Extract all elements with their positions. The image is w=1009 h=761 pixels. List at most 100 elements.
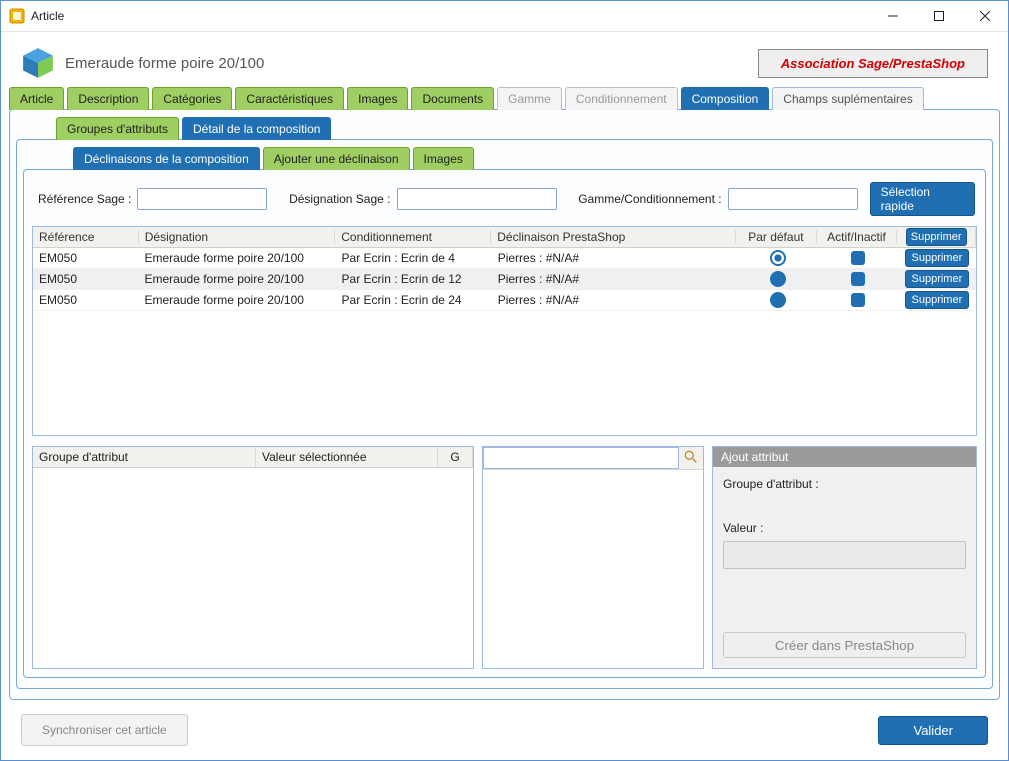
attribute-selection-box: Groupe d'attribut Valeur sélectionnée G bbox=[32, 446, 474, 669]
main-tabs: Article Description Catégories Caractéri… bbox=[1, 86, 1008, 109]
cell-reference: EM050 bbox=[33, 272, 139, 286]
checkbox-icon[interactable] bbox=[851, 251, 865, 265]
tab-description[interactable]: Description bbox=[67, 87, 149, 110]
cell-par-defaut[interactable] bbox=[737, 292, 817, 308]
tab-groupes-attributs[interactable]: Groupes d'attributs bbox=[56, 117, 179, 140]
titlebar: Article bbox=[1, 1, 1008, 32]
valeur-label: Valeur : bbox=[723, 521, 966, 535]
cell-conditionnement: Par Ecrin : Ecrin de 4 bbox=[336, 251, 492, 265]
tab-declinaisons[interactable]: Déclinaisons de la composition bbox=[73, 147, 260, 170]
designation-sage-label: Désignation Sage : bbox=[289, 192, 390, 206]
tab-caracteristiques[interactable]: Caractéristiques bbox=[235, 87, 344, 110]
cell-declinaison: Pierres : #N/A# bbox=[492, 272, 738, 286]
tab-gamme: Gamme bbox=[497, 87, 562, 110]
cell-par-defaut[interactable] bbox=[737, 271, 817, 287]
cell-conditionnement: Par Ecrin : Ecrin de 24 bbox=[336, 293, 492, 307]
valeur-input[interactable] bbox=[723, 541, 966, 569]
gamme-cond-input[interactable] bbox=[728, 188, 858, 210]
declinaisons-panel: Référence Sage : Désignation Sage : Gamm… bbox=[23, 169, 986, 678]
tab-images[interactable]: Images bbox=[347, 87, 408, 110]
detail-composition-panel: Déclinaisons de la composition Ajouter u… bbox=[16, 139, 993, 689]
window-title: Article bbox=[31, 9, 64, 23]
cell-supprimer: Supprimer bbox=[898, 291, 976, 309]
association-badge: Association Sage/PrestaShop bbox=[758, 49, 988, 78]
reference-sage-label: Référence Sage : bbox=[38, 192, 131, 206]
grid-header: Référence Désignation Conditionnement Dé… bbox=[33, 227, 976, 248]
inner-tabs: Déclinaisons de la composition Ajouter u… bbox=[23, 146, 986, 169]
page-title: Emeraude forme poire 20/100 bbox=[65, 55, 264, 72]
col-groupe-attribut[interactable]: Groupe d'attribut bbox=[33, 447, 256, 467]
cell-reference: EM050 bbox=[33, 293, 139, 307]
groupe-attribut-label: Groupe d'attribut : bbox=[723, 477, 966, 491]
cell-actif[interactable] bbox=[818, 272, 898, 287]
col-declinaison[interactable]: Déclinaison PrestaShop bbox=[491, 230, 736, 244]
minimize-button[interactable] bbox=[870, 1, 916, 31]
col-par-defaut[interactable]: Par défaut bbox=[736, 230, 817, 244]
supprimer-button[interactable]: Supprimer bbox=[905, 270, 970, 288]
creer-prestashop-button[interactable]: Créer dans PrestaShop bbox=[723, 632, 966, 658]
radio-icon[interactable] bbox=[770, 250, 786, 266]
lower-area: Groupe d'attribut Valeur sélectionnée G bbox=[32, 446, 977, 669]
synchroniser-article-button[interactable]: Synchroniser cet article bbox=[21, 714, 188, 746]
tab-composition[interactable]: Composition bbox=[681, 87, 770, 110]
attribute-search-input[interactable] bbox=[483, 447, 679, 469]
valider-button[interactable]: Valider bbox=[878, 716, 988, 745]
checkbox-icon[interactable] bbox=[851, 293, 865, 307]
cell-declinaison: Pierres : #N/A# bbox=[492, 251, 738, 265]
designation-sage-input[interactable] bbox=[397, 188, 557, 210]
table-row[interactable]: EM050Emeraude forme poire 20/100Par Ecri… bbox=[33, 290, 976, 311]
tab-categories[interactable]: Catégories bbox=[152, 87, 232, 110]
col-designation[interactable]: Désignation bbox=[139, 230, 336, 244]
ajout-attribut-box: Ajout attribut Groupe d'attribut : Valeu… bbox=[712, 446, 977, 669]
cube-icon bbox=[21, 46, 55, 80]
table-row[interactable]: EM050Emeraude forme poire 20/100Par Ecri… bbox=[33, 248, 976, 269]
cell-designation: Emeraude forme poire 20/100 bbox=[139, 293, 336, 307]
cell-par-defaut[interactable] bbox=[737, 250, 817, 266]
cell-declinaison: Pierres : #N/A# bbox=[492, 293, 738, 307]
col-supprimer: Supprimer bbox=[897, 228, 976, 246]
cell-designation: Emeraude forme poire 20/100 bbox=[139, 251, 336, 265]
mid-tabs: Groupes d'attributs Détail de la composi… bbox=[16, 116, 993, 139]
checkbox-icon[interactable] bbox=[851, 272, 865, 286]
gamme-cond-label: Gamme/Conditionnement : bbox=[578, 192, 721, 206]
supprimer-button[interactable]: Supprimer bbox=[905, 249, 970, 267]
header-supprimer-button[interactable]: Supprimer bbox=[906, 228, 967, 246]
reference-sage-input[interactable] bbox=[137, 188, 267, 210]
ajout-attribut-header: Ajout attribut bbox=[713, 447, 976, 467]
tab-inner-images[interactable]: Images bbox=[413, 147, 474, 170]
tab-conditionnement: Conditionnement bbox=[565, 87, 678, 110]
search-icon[interactable] bbox=[679, 450, 703, 467]
cell-supprimer: Supprimer bbox=[898, 249, 976, 267]
header: Emeraude forme poire 20/100 Association … bbox=[1, 32, 1008, 86]
tab-detail-composition[interactable]: Détail de la composition bbox=[182, 117, 331, 140]
composition-panel: Groupes d'attributs Détail de la composi… bbox=[9, 109, 1000, 700]
selection-rapide-button[interactable]: Sélection rapide bbox=[870, 182, 975, 216]
radio-icon[interactable] bbox=[770, 292, 786, 308]
cell-actif[interactable] bbox=[818, 293, 898, 308]
declinaisons-grid: Référence Désignation Conditionnement Dé… bbox=[32, 226, 977, 436]
tab-article[interactable]: Article bbox=[9, 87, 64, 110]
col-valeur-selectionnee[interactable]: Valeur sélectionnée bbox=[256, 447, 438, 467]
maximize-button[interactable] bbox=[916, 1, 962, 31]
col-reference[interactable]: Référence bbox=[33, 230, 139, 244]
cell-supprimer: Supprimer bbox=[898, 270, 976, 288]
app-icon bbox=[9, 8, 25, 24]
col-actif[interactable]: Actif/Inactif bbox=[817, 230, 898, 244]
tab-champs-supl[interactable]: Champs suplémentaires bbox=[772, 87, 923, 110]
cell-reference: EM050 bbox=[33, 251, 139, 265]
radio-icon[interactable] bbox=[770, 271, 786, 287]
col-g[interactable]: G bbox=[438, 447, 473, 467]
article-window: Article Emeraude forme poire 20/100 Asso… bbox=[0, 0, 1009, 761]
close-button[interactable] bbox=[962, 1, 1008, 31]
search-box bbox=[482, 446, 704, 669]
footer: Synchroniser cet article Valider bbox=[1, 706, 1008, 760]
tab-ajouter-declinaison[interactable]: Ajouter une déclinaison bbox=[263, 147, 410, 170]
cell-designation: Emeraude forme poire 20/100 bbox=[139, 272, 336, 286]
table-row[interactable]: EM050Emeraude forme poire 20/100Par Ecri… bbox=[33, 269, 976, 290]
supprimer-button[interactable]: Supprimer bbox=[905, 291, 970, 309]
col-conditionnement[interactable]: Conditionnement bbox=[335, 230, 491, 244]
cell-actif[interactable] bbox=[818, 251, 898, 266]
filter-row: Référence Sage : Désignation Sage : Gamm… bbox=[32, 178, 977, 226]
cell-conditionnement: Par Ecrin : Ecrin de 12 bbox=[336, 272, 492, 286]
tab-documents[interactable]: Documents bbox=[411, 87, 494, 110]
